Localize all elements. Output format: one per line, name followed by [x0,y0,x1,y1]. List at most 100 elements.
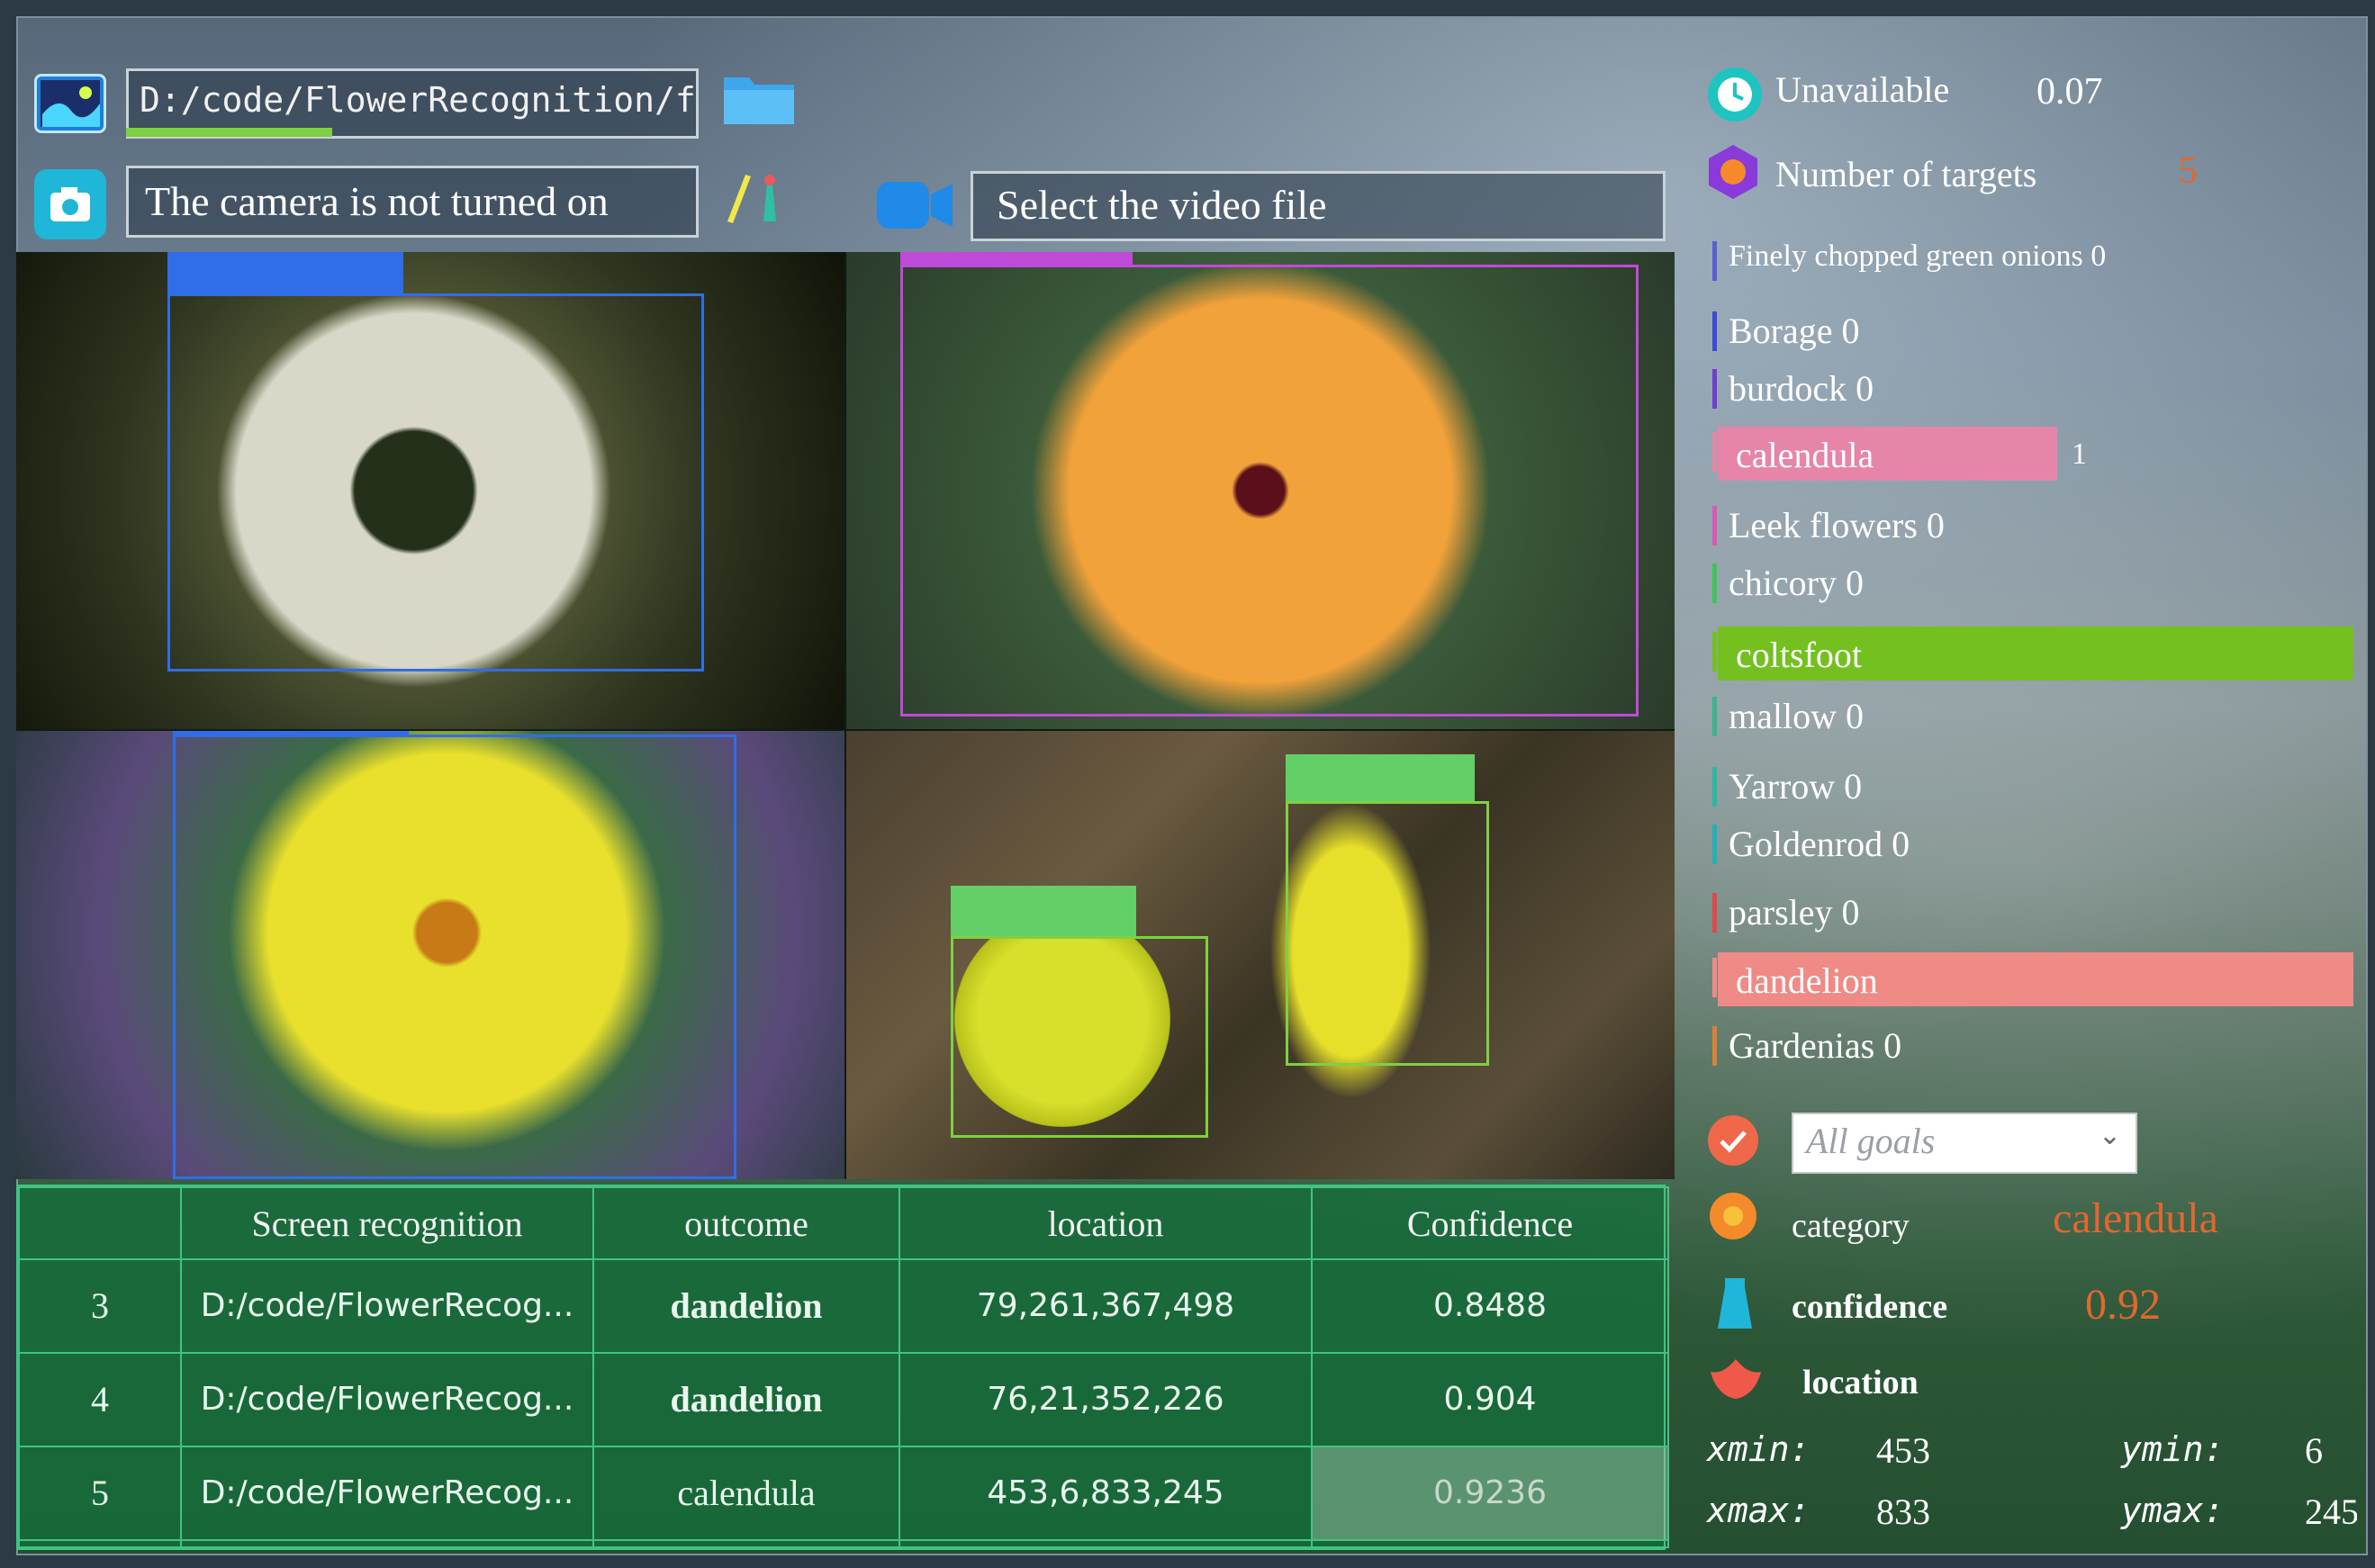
class-color-marker [1712,1026,1717,1066]
class-color-marker [1712,632,1717,671]
class-label: mallow 0 [1729,696,1864,736]
row-outcome: dandelion [592,1258,900,1354]
category-value: calendula [2053,1194,2218,1242]
row-file-path: D:/code/FlowerRecog... [180,1351,594,1447]
class-color-marker [1712,432,1717,472]
detection-label-tag [167,252,403,293]
column-header-location[interactable]: location [899,1186,1313,1260]
row-confidence: 0.8488 [1311,1258,1669,1354]
table-row-empty [18,1538,1669,1549]
class-color-marker [1712,563,1717,603]
elapsed-time-value: 0.07 [2036,71,2103,113]
target-filter-select[interactable]: All goals ⌄ [1792,1113,2137,1174]
row-file-path: D:/code/FlowerRecog... [180,1445,594,1541]
class-color-marker [1712,825,1717,864]
class-row: chicory 0 [1712,558,2357,608]
video-file-field[interactable]: Select the video file [971,171,1666,241]
ymin-value: 6 [2305,1430,2323,1471]
tools-icon[interactable] [720,167,801,229]
results-table: Screen recognition outcome location Conf… [16,1185,1669,1550]
class-row: parsley 0 [1712,888,2357,938]
confidence-label: confidence [1792,1288,1948,1326]
xmin-label: xmin: [1707,1429,1811,1469]
detection-label-tag [173,731,409,734]
row-index: 4 [18,1351,182,1447]
class-row: Gardenias 0 [1712,1021,2357,1071]
class-row: coltsfoot [1712,626,2357,680]
detection-label-tag [900,252,1133,265]
class-row: calendula 1 [1712,427,2357,481]
category-label: category [1792,1207,1910,1245]
confidence-value: 0.92 [2085,1281,2161,1329]
xmin-value: 453 [1876,1430,1930,1471]
row-confidence: 0.904 [1311,1351,1669,1447]
clock-icon [1705,65,1765,124]
class-color-marker [1712,893,1717,933]
column-header-confidence[interactable]: Confidence [1311,1186,1669,1260]
column-header-outcome[interactable]: outcome [592,1186,900,1260]
path-progress-bar [126,128,332,137]
class-row: Yarrow 0 [1712,761,2357,812]
elapsed-time-label: Unavailable [1775,69,1950,110]
detection-box [173,734,736,1179]
class-row: Finely chopped green onions 0 [1712,236,2357,286]
class-row: Borage 0 [1712,306,2357,356]
location-label: location [1802,1364,1919,1401]
class-label: calendula [1736,435,1874,475]
detection-box [951,936,1208,1138]
detection-box [1286,801,1489,1066]
class-color-marker [1712,697,1717,736]
ymax-label: ymax: [2121,1491,2225,1530]
row-index: 5 [18,1445,182,1541]
table-row[interactable]: 5 D:/code/FlowerRecog... calendula 453,6… [18,1445,1669,1541]
class-row: mallow 0 [1712,691,2357,742]
detection-label-tag [951,886,1136,936]
target-count-value: 5 [2179,150,2198,192]
row-confidence: 0.9236 [1311,1445,1669,1541]
row-location: 76,21,352,226 [899,1351,1313,1447]
target-count-icon [1703,142,1763,202]
class-count: 1 [2072,437,2087,471]
class-label: Yarrow 0 [1729,766,1863,807]
class-label: coltsfoot [1736,635,1862,675]
class-label: Borage 0 [1729,311,1860,351]
class-color-marker [1712,767,1717,807]
column-header-screen-recognition[interactable]: Screen recognition [180,1186,594,1260]
table-header-row: Screen recognition outcome location Conf… [18,1186,1669,1260]
table-row[interactable]: 3 D:/code/FlowerRecog... dandelion 79,26… [18,1258,1669,1354]
ymax-value: 245 [2305,1491,2357,1532]
row-location: 79,261,367,498 [899,1258,1313,1354]
class-label: Goldenrod 0 [1729,824,1910,864]
class-color-marker [1712,311,1717,351]
xmax-value: 833 [1876,1491,1930,1532]
row-location: 453,6,833,245 [899,1445,1313,1541]
class-color-marker [1712,369,1717,409]
class-color-marker [1712,958,1717,997]
class-label: Leek flowers 0 [1729,505,1945,545]
xmax-label: xmax: [1707,1491,1811,1530]
detection-label-tag [1286,754,1475,801]
category-icon [1707,1190,1759,1242]
detection-image-grid [16,252,1675,1179]
image-tile-dandelion-seed [16,252,844,729]
detection-box [900,265,1639,716]
folder-icon[interactable] [720,65,798,130]
video-icon[interactable] [873,176,956,234]
class-row: Leek flowers 0 [1712,500,2357,551]
table-row[interactable]: 4 D:/code/FlowerRecog... dandelion 76,21… [18,1351,1669,1447]
filter-check-icon [1705,1113,1761,1168]
image-tile-calendula [846,252,1675,729]
class-row: burdock 0 [1712,364,2357,414]
camera-icon[interactable] [34,169,106,239]
camera-status-field: The camera is not turned on [126,166,699,238]
image-file-icon[interactable] [34,74,106,133]
class-color-marker [1712,506,1717,545]
column-header-index [18,1186,182,1260]
chevron-down-icon: ⌄ [2098,1121,2121,1150]
target-count-label: Number of targets [1775,154,2037,194]
target-filter-selected: All goals [1806,1121,1936,1161]
class-label: parsley 0 [1729,892,1860,933]
class-row: Goldenrod 0 [1712,819,2357,870]
class-label: Gardenias 0 [1729,1025,1902,1066]
detection-box [167,293,704,671]
